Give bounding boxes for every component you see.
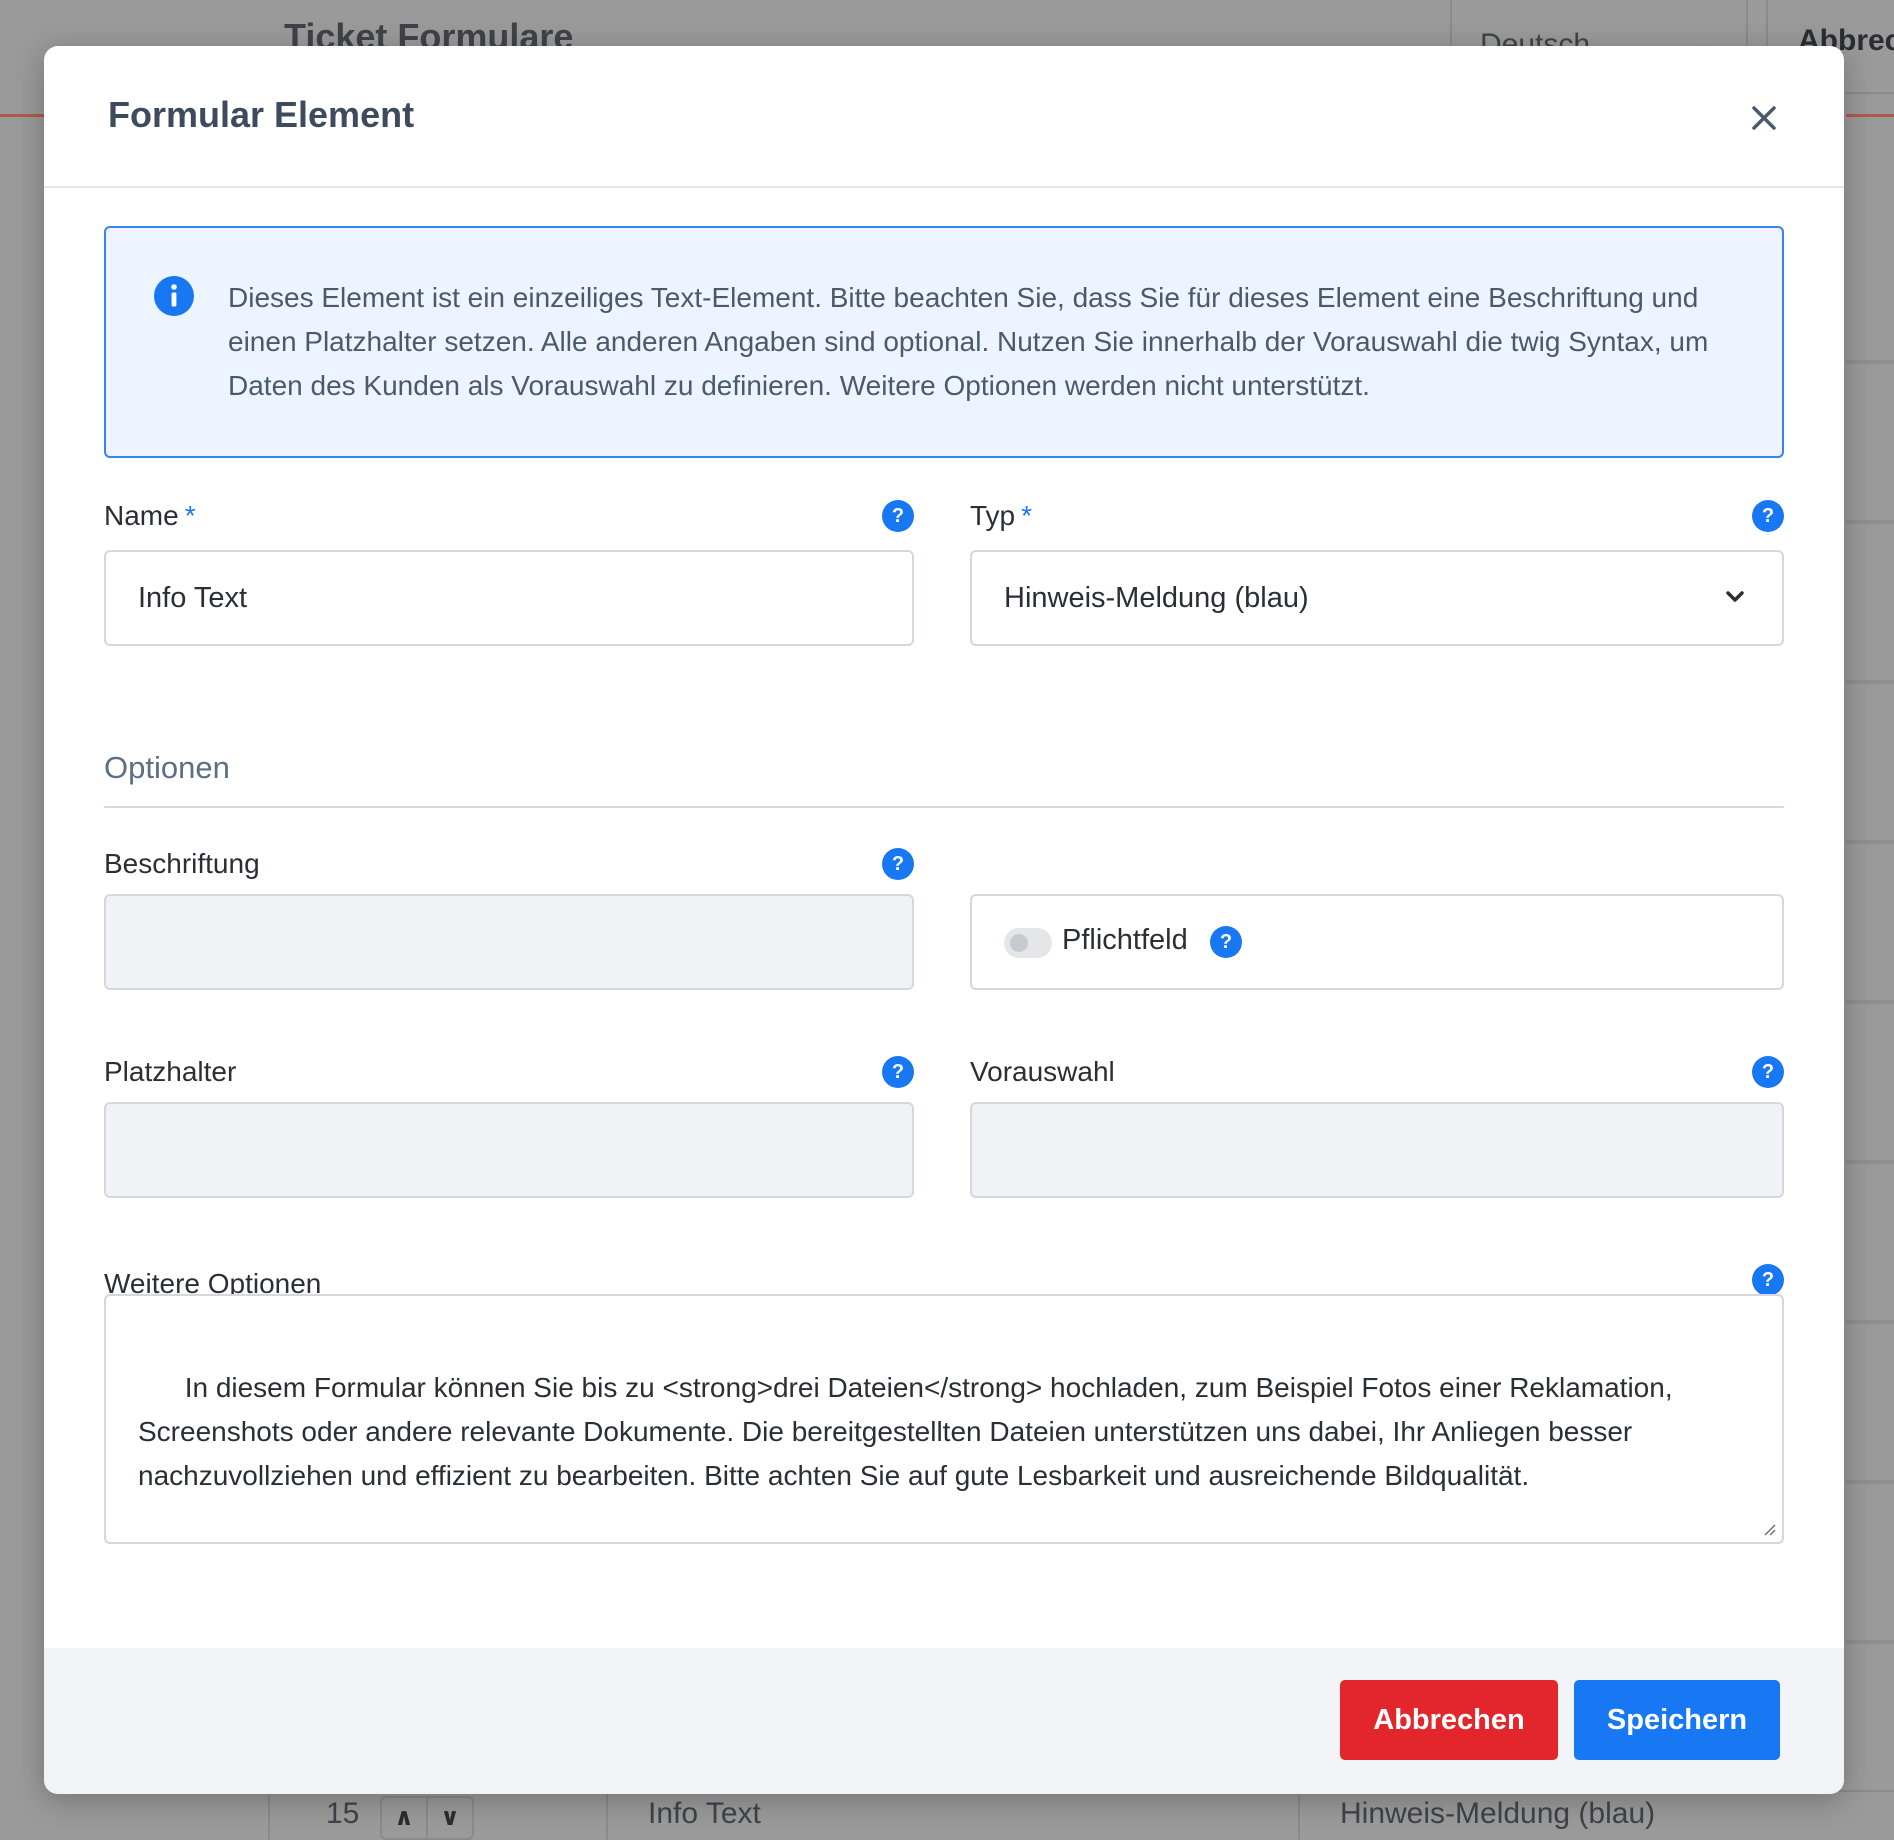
required-mark: * [1021,500,1033,531]
type-select-value: Hinweis-Meldung (blau) [1004,582,1309,614]
info-alert: Dieses Element ist ein einzeiliges Text-… [104,226,1784,458]
modal-body: Dieses Element ist ein einzeiliges Text-… [44,188,1844,1648]
background-table-edge [1846,280,1894,1680]
name-input[interactable]: Info Text [104,550,914,646]
options-section-title: Optionen [104,750,230,785]
background-divider [1846,114,1894,117]
help-icon[interactable]: ? [882,500,914,532]
help-icon[interactable]: ? [882,1056,914,1088]
form-element-modal: Formular Element Dieses Element ist ein … [44,46,1844,1794]
type-select[interactable]: Hinweis-Meldung (blau) [970,550,1784,646]
required-toggle-label: Pflichtfeld [1062,924,1188,956]
more-options-textarea[interactable]: In diesem Formular können Sie bis zu <st… [104,1294,1784,1544]
help-icon[interactable]: ? [1752,1264,1784,1296]
background-row-type: Hinweis-Meldung (blau) [1340,1797,1656,1830]
required-toggle-box: Pflichtfeld ? [970,894,1784,990]
background-table-cell [268,1790,270,1840]
section-divider [104,806,1784,808]
help-icon[interactable]: ? [882,848,914,880]
required-toggle[interactable] [1004,928,1052,958]
background-table-cell [1298,1790,1300,1840]
more-options-text: In diesem Formular können Sie bis zu <st… [138,1372,1681,1491]
name-label-text: Name [104,500,179,531]
info-icon [154,276,194,316]
save-button[interactable]: Speichern [1574,1680,1780,1760]
chevron-down-icon [1726,591,1744,602]
chevron-up-icon: ∧ [394,1804,414,1831]
background-table-cell [606,1790,608,1840]
preselection-input[interactable] [970,1102,1784,1198]
help-icon[interactable]: ? [1752,500,1784,532]
preselection-label: Vorauswahl [970,1056,1115,1087]
chevron-down-icon: ∨ [426,1798,472,1838]
placeholder-label: Platzhalter [104,1056,237,1087]
info-alert-text: Dieses Element ist ein einzeiliges Text-… [228,282,1709,401]
caption-input[interactable] [104,894,914,990]
close-icon[interactable] [1748,102,1780,134]
placeholder-input[interactable] [104,1102,914,1198]
type-label: Typ * [970,500,1032,532]
caption-label: Beschriftung [104,848,260,879]
help-icon[interactable]: ? [1210,926,1242,958]
background-order-arrows: ∧ ∨ [380,1796,474,1840]
cancel-button[interactable]: Abbrechen [1340,1680,1558,1760]
name-label: Name * [104,500,196,532]
type-label-text: Typ [970,500,1016,531]
help-icon[interactable]: ? [1752,1056,1784,1088]
resize-handle-icon[interactable] [1760,1520,1776,1536]
modal-title: Formular Element [108,94,415,135]
background-row-name: Info Text [648,1797,761,1830]
modal-footer: Abbrechen Speichern [44,1648,1844,1794]
required-mark: * [184,500,196,531]
background-row-number: 15 [326,1797,360,1830]
modal-header: Formular Element [44,46,1844,188]
